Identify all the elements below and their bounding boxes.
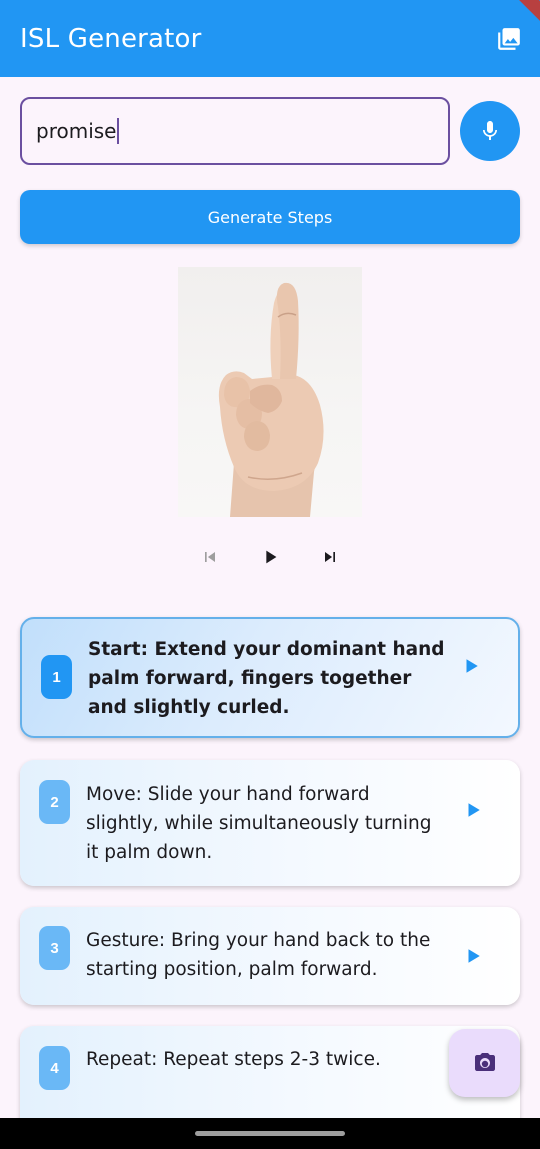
next-step-button[interactable] [315,540,345,574]
step-number-badge: 3 [39,926,70,970]
sign-image [178,267,362,517]
skip-next-icon [325,552,335,562]
play-step-icon[interactable] [462,657,480,675]
word-input[interactable]: promise [20,97,450,165]
step-card-1[interactable]: 1 Start: Extend your dominant hand palm … [20,617,520,738]
step-text: Move: Slide your hand forward slightly, … [86,784,432,863]
camera-fab[interactable] [449,1029,520,1097]
mic-button[interactable] [460,101,520,161]
step-card-2[interactable]: 2 Move: Slide your hand forward slightly… [20,760,520,886]
app-bar: ISL Generator [0,0,540,77]
mic-icon [483,121,497,140]
step-text: Gesture: Bring your hand back to the sta… [86,930,431,980]
gallery-button[interactable] [496,26,522,52]
play-step-icon[interactable] [464,947,482,965]
home-indicator[interactable] [195,1131,345,1136]
text-caret [117,118,120,144]
step-number-badge: 2 [39,780,70,824]
player-controls [195,540,345,574]
previous-step-button[interactable] [195,540,225,574]
step-text: Start: Extend your dominant hand palm fo… [88,639,445,718]
input-row: promise [20,97,520,165]
step-number-badge: 4 [39,1046,70,1090]
skip-previous-icon [205,552,215,562]
debug-banner [514,0,540,25]
generate-steps-button[interactable]: Generate Steps [20,190,520,244]
play-icon [266,550,277,564]
play-button[interactable] [255,540,285,574]
step-number-badge: 1 [41,655,72,699]
app-title: ISL Generator [20,23,202,54]
word-input-value: promise [36,119,117,143]
step-card-3[interactable]: 3 Gesture: Bring your hand back to the s… [20,907,520,1005]
gallery-icon [498,27,520,50]
play-step-icon[interactable] [464,801,482,819]
camera-icon [474,1053,495,1071]
step-text: Repeat: Repeat steps 2-3 twice. [86,1049,381,1070]
system-nav-bar [0,1118,540,1149]
